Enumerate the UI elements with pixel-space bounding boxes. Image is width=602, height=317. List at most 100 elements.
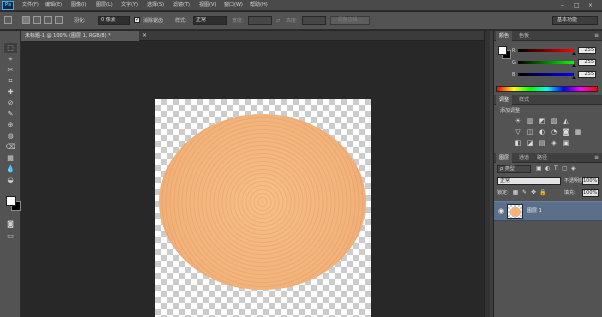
black-white-icon[interactable]: ◐ [537, 128, 547, 137]
channel-mixer-icon[interactable]: ◙ [561, 128, 571, 137]
tab-layers[interactable]: 图层 [496, 153, 513, 163]
close-icon[interactable]: × [588, 2, 593, 9]
menu-layer[interactable]: 图层(L) [96, 0, 113, 11]
slider-b-track[interactable] [518, 73, 574, 76]
menu-image[interactable]: 图像(I) [71, 0, 86, 11]
style-label: 样式: [175, 18, 187, 24]
lock-image-icon[interactable]: ✎ [521, 189, 528, 197]
tab-channels[interactable]: 通道 [516, 153, 532, 163]
magic-wand-tool-icon[interactable]: ⌗ [4, 76, 17, 86]
layer-row[interactable]: ◉ 图层 1 [494, 201, 602, 221]
menu-select[interactable]: 选择(S) [147, 0, 164, 11]
eyedropper-tool-icon[interactable]: ⊘ [4, 98, 17, 108]
gradient-tool-icon[interactable]: ▦ [4, 153, 17, 163]
layer-name[interactable]: 图层 1 [527, 202, 542, 221]
intersect-selection-icon[interactable] [55, 16, 63, 24]
slider-b-knob[interactable] [572, 76, 576, 79]
filter-shape-icon[interactable]: ▢ [562, 165, 568, 173]
color-lookup-icon[interactable]: ▦ [573, 128, 583, 137]
threshold-icon[interactable]: ▤ [537, 139, 547, 148]
gradient-map-icon[interactable]: ▣ [561, 139, 571, 148]
menu-filter[interactable]: 滤镜(T) [173, 0, 190, 11]
lock-position-icon[interactable]: ✥ [530, 189, 537, 197]
photo-filter-icon[interactable]: ◔ [549, 128, 559, 137]
panel-menu-icon[interactable]: ≡ [594, 31, 599, 41]
menu-type[interactable]: 文字(Y) [121, 0, 138, 11]
slider-g-value[interactable]: 255 [578, 59, 596, 66]
feather-input[interactable]: 0 像素 [98, 16, 130, 25]
minimize-icon[interactable]: – [561, 2, 564, 9]
slider-g-track[interactable] [518, 61, 574, 64]
height-input[interactable] [302, 16, 326, 25]
restore-icon[interactable]: □ [574, 2, 580, 9]
width-input[interactable] [248, 16, 272, 25]
dodge-tool-icon[interactable]: ◒ [4, 175, 17, 185]
vibrance-icon[interactable]: ◭ [561, 117, 571, 126]
exposure-icon[interactable]: ▨ [549, 117, 559, 126]
antialias-checkbox[interactable]: ✓ [134, 17, 140, 23]
subtract-selection-icon[interactable] [44, 16, 52, 24]
workspace-select[interactable]: 基本功能 [552, 16, 598, 25]
fill-input[interactable]: 100% [582, 189, 599, 197]
tab-paths[interactable]: 路径 [534, 153, 550, 163]
layer-filter-select[interactable]: ρ 类型 [497, 165, 531, 173]
slider-r-knob[interactable] [572, 52, 576, 55]
lock-all-icon[interactable]: 🔒 [539, 189, 546, 197]
layers-panel-menu-icon[interactable]: ≡ [594, 153, 599, 163]
eye-icon[interactable]: ◉ [497, 207, 505, 215]
healing-brush-tool-icon[interactable]: ✎ [4, 109, 17, 119]
layer-thumbnail[interactable] [507, 204, 523, 219]
tab-color[interactable]: 颜色 [496, 31, 513, 41]
curves-icon[interactable]: ◩ [537, 117, 547, 126]
swap-icon[interactable]: ⇄ [276, 12, 280, 30]
blur-tool-icon[interactable]: 💧 [4, 164, 17, 174]
menu-file[interactable]: 文件(F) [22, 0, 39, 11]
invert-icon[interactable]: ◧ [513, 139, 523, 148]
tab-styles[interactable]: 样式 [516, 95, 532, 105]
quick-mask-icon[interactable]: ◙ [4, 219, 17, 229]
move-tool-icon[interactable]: ⌖ [4, 54, 17, 64]
new-selection-icon[interactable] [22, 16, 30, 24]
opacity-input[interactable]: 100% [582, 177, 599, 185]
clone-stamp-tool-icon[interactable]: ◍ [4, 131, 17, 141]
tab-swatches[interactable]: 色板 [516, 31, 532, 41]
slider-r-value[interactable]: 255 [578, 47, 596, 54]
menu-edit[interactable]: 编辑(E) [45, 0, 62, 11]
document-tab-bar: 未标题-1 @ 100% (图层 1, RGB/8) * × [21, 31, 490, 41]
add-selection-icon[interactable] [33, 16, 41, 24]
tab-close-icon[interactable]: × [142, 31, 147, 41]
menu-view[interactable]: 视图(V) [199, 0, 216, 11]
refine-edge-button[interactable]: 调整边缘... [330, 16, 370, 25]
brightness-icon[interactable]: ☀ [513, 117, 523, 126]
filter-adjustment-icon[interactable]: ◐ [545, 165, 550, 173]
brush-tool-icon[interactable]: ⊕ [4, 120, 17, 130]
marquee-preset-icon[interactable] [4, 16, 12, 24]
tab-adjustments[interactable]: 调整 [496, 95, 513, 105]
filter-pixel-icon[interactable]: ▣ [536, 165, 542, 173]
slider-g-knob[interactable] [572, 64, 576, 67]
menu-window[interactable]: 窗口(W) [224, 0, 243, 11]
screen-mode-icon[interactable]: ▭ [4, 231, 17, 241]
marquee-tool-icon[interactable]: ⬚ [4, 43, 17, 53]
lock-transparent-icon[interactable]: ▦ [512, 189, 519, 197]
document-tab[interactable]: 未标题-1 @ 100% (图层 1, RGB/8) * [21, 31, 139, 41]
blend-mode-select[interactable]: 正常 [497, 177, 561, 185]
lock-label: 锁定: [497, 190, 509, 196]
lasso-tool-icon[interactable]: ✂ [4, 65, 17, 75]
style-select[interactable]: 正常 [193, 16, 227, 25]
levels-icon[interactable]: ▥ [525, 117, 535, 126]
filter-type-icon[interactable]: T [554, 165, 558, 173]
color-spectrum[interactable] [496, 86, 598, 92]
color-balance-icon[interactable]: ◫ [525, 128, 535, 137]
menu-help[interactable]: 帮助(H) [250, 0, 268, 11]
hue-saturation-icon[interactable]: ▽ [513, 128, 523, 137]
eraser-tool-icon[interactable]: ⌫ [4, 142, 17, 152]
slider-b-value[interactable]: 255 [578, 71, 596, 78]
selective-color-icon[interactable]: ◈ [549, 139, 559, 148]
foreground-color-swatch[interactable] [6, 196, 16, 206]
color-foreground-swatch[interactable] [498, 46, 507, 55]
posterize-icon[interactable]: ◪ [525, 139, 535, 148]
filter-smart-object-icon[interactable]: ◈ [571, 165, 576, 173]
slider-r-track[interactable] [518, 49, 574, 52]
crop-tool-icon[interactable]: ✚ [4, 87, 17, 97]
